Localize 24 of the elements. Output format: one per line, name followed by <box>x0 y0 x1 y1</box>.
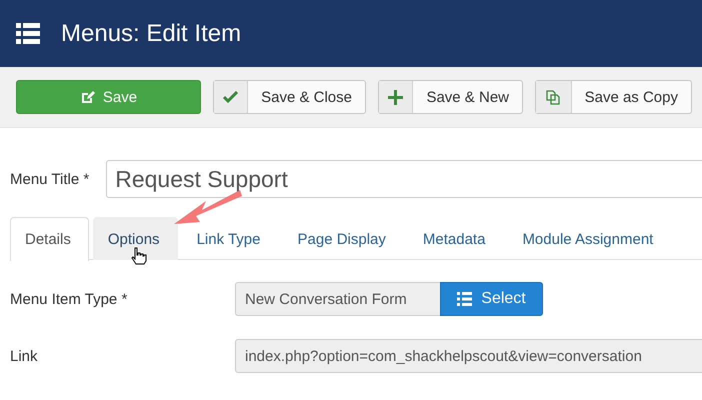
tab[interactable]: Link Type <box>182 217 278 260</box>
toolbar-button[interactable]: Save & Close <box>213 80 366 114</box>
edit-icon <box>80 90 95 104</box>
cursor-icon <box>131 247 147 265</box>
field-label: Menu Item Type * <box>10 290 128 308</box>
copy-icon <box>546 90 560 104</box>
tab[interactable]: Options <box>92 217 178 260</box>
field-label: Link <box>10 348 39 364</box>
title-field[interactable]: Request Support <box>106 160 702 198</box>
list-icon <box>457 292 472 306</box>
page-title: Menus: Edit Item <box>61 20 242 48</box>
tab[interactable]: Module Assignment <box>507 217 672 260</box>
toolbar-button[interactable]: Save & New <box>378 80 523 114</box>
menu-icon <box>16 22 40 44</box>
tab[interactable]: Metadata <box>408 217 504 260</box>
check-icon <box>223 91 238 103</box>
select-button[interactable]: Select <box>440 282 543 316</box>
type-field[interactable]: New Conversation Form <box>235 282 440 316</box>
tab[interactable]: Details <box>10 217 89 261</box>
link-field[interactable]: index.php?option=com_shackhelpscout&view=conversation <box>235 339 702 373</box>
toolbar-button[interactable]: Save as Copy <box>535 80 692 114</box>
tab[interactable]: Page Display <box>282 217 404 260</box>
plus-icon <box>388 90 404 104</box>
field-label: Menu Title * <box>10 170 90 188</box>
